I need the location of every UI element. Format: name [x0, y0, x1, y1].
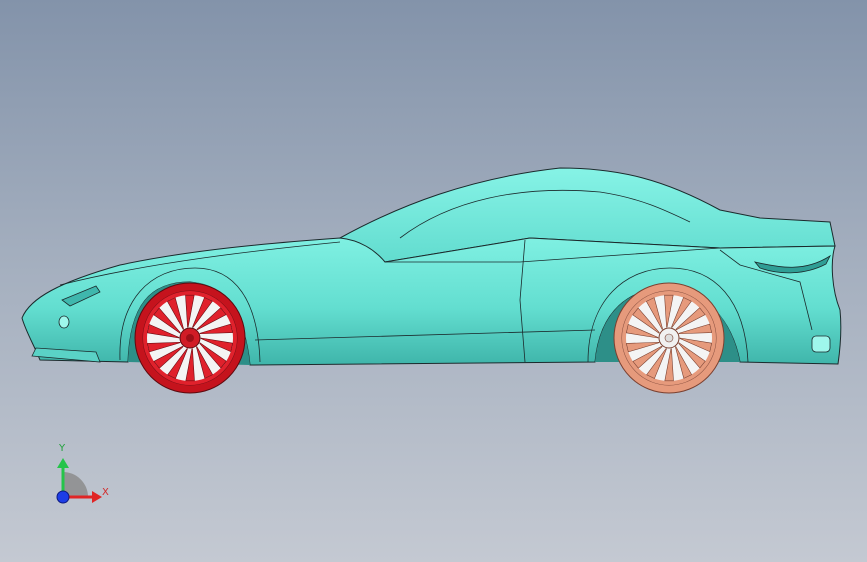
coordinate-triad — [56, 458, 102, 504]
x-axis-label: X — [102, 487, 109, 498]
x-axis-arrowhead — [92, 491, 102, 503]
front-wheel[interactable] — [134, 282, 246, 394]
rear-reflector — [811, 335, 831, 353]
car-model-view[interactable] — [0, 0, 867, 562]
rear-wheel[interactable] — [613, 282, 725, 394]
y-axis-label: Y — [59, 443, 66, 454]
z-axis-dot — [56, 490, 70, 504]
front-fog-light — [58, 315, 70, 329]
graphics-viewport[interactable]: Y X — [0, 0, 867, 562]
y-axis-arrowhead — [57, 458, 69, 468]
